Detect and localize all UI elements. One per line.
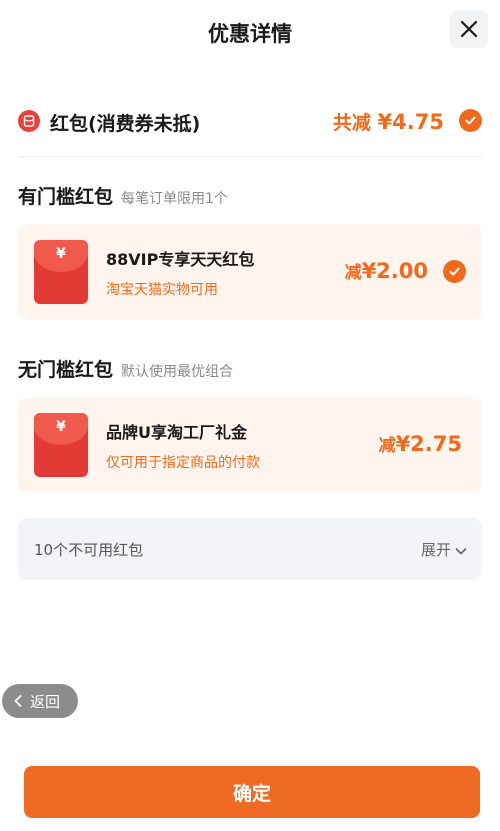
section-threshold-header: 有门槛红包 每笔订单限用1个 xyxy=(18,182,228,209)
coupon-card-88vip[interactable]: ¥ 88VIP专享天天红包 淘宝天猫实物可用 减¥2.00 xyxy=(18,224,482,320)
unavailable-packets-row[interactable]: 10个不可用红包 展开 xyxy=(18,518,482,580)
back-label: 返回 xyxy=(30,692,61,711)
red-envelope-icon: ¥ xyxy=(34,240,88,304)
summary-total-amount: ¥4.75 xyxy=(377,110,444,134)
close-icon xyxy=(460,20,478,38)
coupon-amount-prefix: 减 xyxy=(344,263,362,283)
red-envelope-icon: ¥ xyxy=(34,413,88,477)
envelope-yen: ¥ xyxy=(56,419,66,435)
chevron-left-icon xyxy=(14,695,22,707)
page-title: 优惠详情 xyxy=(208,22,292,46)
header: 优惠详情 xyxy=(0,0,500,64)
divider xyxy=(18,156,482,157)
close-button[interactable] xyxy=(450,10,488,48)
coupon-amount: 减¥2.75 xyxy=(379,431,462,456)
section-subtitle: 每笔订单限用1个 xyxy=(121,191,228,207)
coupon-amount: 减¥2.00 xyxy=(345,258,428,283)
unavailable-label: 10个不可用红包 xyxy=(34,541,144,559)
section-subtitle: 默认使用最优组合 xyxy=(121,364,234,380)
coupon-amount-prefix: 减 xyxy=(378,436,396,456)
section-title: 有门槛红包 xyxy=(18,186,114,208)
envelope-yen: ¥ xyxy=(56,246,66,262)
chevron-down-icon xyxy=(455,547,467,554)
check-circle-icon[interactable] xyxy=(459,109,482,132)
confirm-label: 确定 xyxy=(232,782,271,805)
expand-label: 展开 xyxy=(420,541,451,559)
back-button[interactable]: 返回 xyxy=(2,684,78,718)
coupon-amount-value: ¥2.00 xyxy=(361,259,428,283)
summary-total-prefix: 共减 xyxy=(332,112,371,134)
section-no-threshold-header: 无门槛红包 默认使用最优组合 xyxy=(18,355,233,382)
summary-total: 共减 ¥4.75 xyxy=(333,108,444,135)
coupon-title: 品牌U享淘工厂礼金 xyxy=(106,423,247,442)
section-title: 无门槛红包 xyxy=(18,359,114,381)
coupon-desc: 淘宝天猫实物可用 xyxy=(106,282,218,298)
coupon-desc: 仅可用于指定商品的付款 xyxy=(106,455,260,471)
confirm-button[interactable]: 确定 xyxy=(24,766,480,818)
summary-label: 红包(消费券未抵) xyxy=(50,113,201,135)
coupon-amount-value: ¥2.75 xyxy=(395,432,462,456)
red-packet-summary: 红包(消费券未抵) 共减 ¥4.75 xyxy=(18,100,482,140)
check-circle-icon[interactable] xyxy=(443,260,466,283)
coupon-title: 88VIP专享天天红包 xyxy=(106,250,255,269)
expand-button[interactable]: 展开 xyxy=(421,539,468,560)
red-packet-icon xyxy=(18,110,40,132)
coupon-card-brand[interactable]: ¥ 品牌U享淘工厂礼金 仅可用于指定商品的付款 减¥2.75 xyxy=(18,397,482,493)
